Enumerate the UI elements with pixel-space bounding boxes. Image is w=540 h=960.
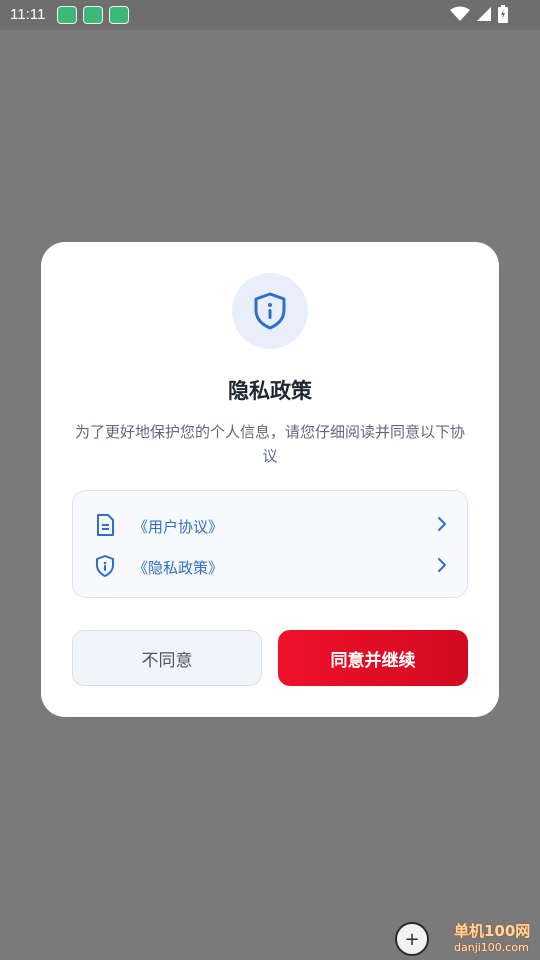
watermark-text: 单机100网 (454, 922, 531, 940)
plus-icon: + (395, 922, 429, 956)
chevron-right-icon (438, 517, 446, 531)
privacy-dialog: 隐私政策 为了更好地保护您的个人信息，请您仔细阅读并同意以下协议 《用户协议》 … (41, 242, 499, 717)
privacy-policy-label: 《隐私政策》 (133, 559, 224, 577)
shield-icon (96, 555, 114, 577)
site-watermark: + 单机100网 danji100.com (392, 914, 540, 960)
system-icons (450, 5, 508, 23)
watermark-url: danji100.com (454, 941, 529, 954)
disagree-button[interactable]: 不同意 (72, 630, 262, 686)
battery-icon (498, 5, 508, 23)
signal-icon (477, 7, 491, 21)
dialog-description: 为了更好地保护您的个人信息，请您仔细阅读并同意以下协议 (74, 423, 465, 465)
app-icon (57, 6, 77, 24)
wifi-icon (450, 6, 470, 21)
shield-badge (232, 273, 308, 349)
agree-continue-button[interactable]: 同意并继续 (278, 630, 468, 686)
user-agreement-label: 《用户协议》 (133, 518, 224, 536)
chevron-right-icon (438, 558, 446, 572)
agreement-links: 《用户协议》 《隐私政策》 (72, 490, 468, 598)
shield-icon (254, 292, 286, 330)
user-agreement-link[interactable]: 《用户协议》 (73, 505, 469, 545)
notification-icons (57, 6, 129, 24)
dialog-title: 隐私政策 (228, 379, 312, 403)
status-time: 11:11 (10, 6, 46, 23)
status-bar: 11:11 (0, 0, 540, 30)
privacy-policy-link[interactable]: 《隐私政策》 (73, 546, 469, 586)
app-icon (83, 6, 103, 24)
app-icon (109, 6, 129, 24)
document-icon (97, 514, 114, 536)
